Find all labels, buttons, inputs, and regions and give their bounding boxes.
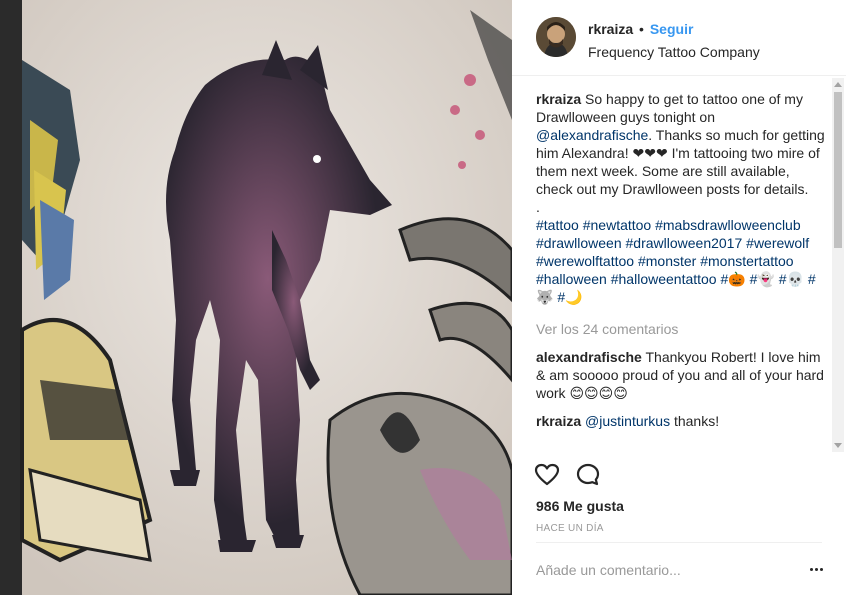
comment-bubble-icon[interactable] (575, 462, 601, 488)
caption-hashtags: #tattoo #newtattoo #mabsdrawlloweenclub … (536, 216, 828, 306)
more-dot (820, 568, 823, 571)
hashtag-link[interactable]: #drawlloween (536, 235, 622, 251)
separator-dot: • (639, 21, 644, 37)
username-link[interactable]: rkraiza (588, 21, 633, 37)
divider (536, 542, 822, 543)
hashtag-link[interactable]: #halloween (536, 271, 607, 287)
scroll-up-arrow-icon[interactable] (834, 82, 842, 87)
post-details-panel: rkraiza • Seguir Frequency Tattoo Compan… (512, 0, 846, 595)
likes-count[interactable]: 986 Me gusta (536, 498, 624, 514)
more-options-icon[interactable] (808, 563, 826, 575)
hashtag-link[interactable]: #🌙 (557, 289, 582, 305)
header-user-line: rkraiza • Seguir (588, 21, 693, 37)
hashtag-link[interactable]: #mabsdrawlloweenclub (655, 217, 801, 233)
comment-item: alexandrafische Thankyou Robert! I love … (536, 348, 828, 402)
hashtag-link[interactable]: #tattoo (536, 217, 579, 233)
hashtag-link[interactable]: #🎃 (721, 271, 746, 287)
comments-list: rkraiza So happy to get to tattoo one of… (536, 90, 828, 452)
view-all-comments-link[interactable]: Ver los 24 comentarios (536, 320, 828, 338)
comments-scrollbar[interactable] (832, 78, 844, 452)
instagram-post-window: rkraiza • Seguir Frequency Tattoo Compan… (0, 0, 846, 595)
post-header: rkraiza • Seguir Frequency Tattoo Compan… (512, 0, 846, 76)
comment-author[interactable]: alexandrafische (536, 349, 642, 365)
comment-text: thanks! (673, 413, 720, 429)
hashtag-link[interactable]: #werewolftattoo (536, 253, 634, 269)
post-photo[interactable] (0, 0, 512, 595)
hashtag-link[interactable]: #drawlloween2017 (626, 235, 743, 251)
location-link[interactable]: Frequency Tattoo Company (588, 44, 760, 60)
hashtag-link[interactable]: #halloweentattoo (611, 271, 717, 287)
comment-mention[interactable]: @justinturkus (585, 413, 670, 429)
hashtag-link[interactable]: #💀 (779, 271, 804, 287)
follow-button[interactable]: Seguir (650, 21, 694, 37)
scroll-down-arrow-icon[interactable] (834, 443, 842, 448)
hashtag-link[interactable]: #👻 (750, 271, 775, 287)
caption-author[interactable]: rkraiza (536, 91, 581, 107)
hashtag-link[interactable]: #monster (638, 253, 696, 269)
hashtag-link[interactable]: #werewolf (746, 235, 809, 251)
post-timestamp[interactable]: HACE UN DÍA (536, 523, 604, 534)
hashtag-link[interactable]: #monstertattoo (700, 253, 793, 269)
post-caption: rkraiza So happy to get to tattoo one of… (536, 90, 828, 306)
scrollbar-thumb[interactable] (834, 92, 842, 248)
comment-author[interactable]: rkraiza (536, 413, 581, 429)
avatar[interactable] (536, 17, 576, 57)
caption-dot-line: . (536, 199, 540, 215)
tattoo-photo-illustration (0, 0, 512, 595)
caption-mention[interactable]: @alexandrafische (536, 127, 648, 143)
heart-icon[interactable] (534, 462, 560, 488)
add-comment-input[interactable]: Añade un comentario... (536, 562, 681, 578)
more-dot (810, 568, 813, 571)
more-dot (815, 568, 818, 571)
avatar-image (536, 17, 576, 57)
hashtag-link[interactable]: #newtattoo (583, 217, 652, 233)
comment-item: rkraiza @justinturkus thanks! (536, 412, 828, 430)
